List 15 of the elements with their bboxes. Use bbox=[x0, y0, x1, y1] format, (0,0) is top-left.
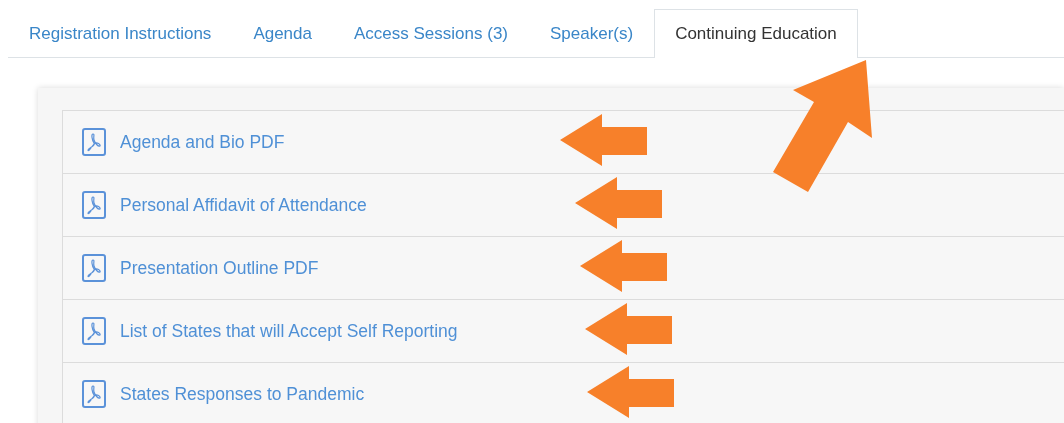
tab[interactable]: Speaker(s) bbox=[529, 9, 655, 58]
tab[interactable]: Agenda bbox=[232, 9, 333, 58]
pdf-file-icon bbox=[82, 191, 106, 219]
document-link[interactable]: List of States that will Accept Self Reporting bbox=[120, 320, 458, 342]
tab[interactable]: Continuing Education bbox=[654, 9, 858, 58]
document-link[interactable]: Personal Affidavit of Attendance bbox=[120, 194, 367, 216]
tab[interactable]: Access Sessions (3) bbox=[333, 9, 529, 58]
document-link[interactable]: States Responses to Pandemic bbox=[120, 383, 365, 405]
pdf-file-icon bbox=[82, 254, 106, 282]
document-link[interactable]: Agenda and Bio PDF bbox=[120, 131, 285, 153]
pdf-file-icon bbox=[82, 380, 106, 408]
pdf-file-icon bbox=[82, 317, 106, 345]
tab[interactable]: Registration Instructions bbox=[8, 9, 233, 58]
pdf-file-icon bbox=[82, 128, 106, 156]
document-link[interactable]: Presentation Outline PDF bbox=[120, 257, 319, 279]
